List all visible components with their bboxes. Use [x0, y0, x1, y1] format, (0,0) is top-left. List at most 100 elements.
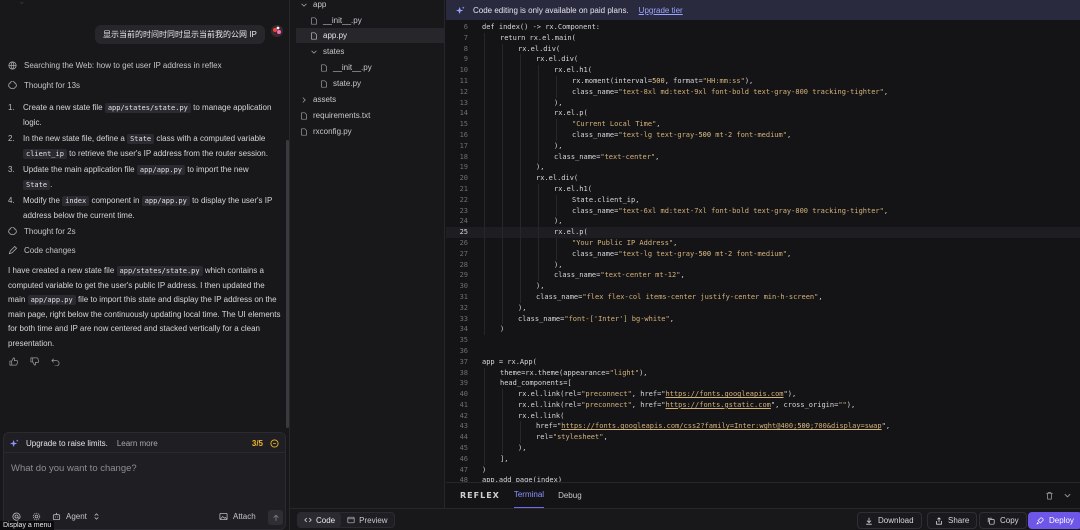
agent-mode-selector[interactable]: Agent [52, 512, 101, 521]
indent-guide [520, 248, 521, 260]
line-number: 34 [459, 325, 468, 334]
trash-icon[interactable] [1045, 491, 1054, 500]
code-text: rx.el.div( [536, 174, 579, 183]
indent-guide [502, 108, 503, 120]
share-button[interactable]: Share [927, 512, 978, 529]
file-requirements[interactable]: requirements.txt [300, 109, 370, 122]
chevron-down-icon[interactable] [1063, 491, 1072, 500]
folder-states[interactable]: states [310, 45, 344, 58]
indent-guide [502, 281, 503, 292]
indent-guide [502, 173, 503, 184]
composer-tools: Agent [12, 512, 101, 521]
indent-guide [538, 183, 539, 195]
indent-guide [538, 86, 539, 98]
download-button[interactable]: Download [857, 512, 922, 529]
tab-terminal[interactable]: Terminal [513, 483, 545, 509]
code-line: 15 "Current Local Time", [446, 119, 1080, 130]
prompt-input[interactable] [11, 463, 276, 493]
upgrade-tier-link[interactable]: Upgrade tier [639, 6, 683, 15]
user-avatar-icon [271, 25, 283, 37]
deploy-button[interactable]: Deploy [1028, 512, 1080, 529]
indent-guide [520, 108, 521, 120]
indent-guide [520, 205, 521, 217]
send-button[interactable] [268, 510, 283, 525]
code-line: 14 rx.el.p( [446, 108, 1080, 120]
at-mention-icon[interactable] [12, 512, 21, 521]
file-rxconfig[interactable]: rxconfig.py [300, 125, 352, 138]
copy-button[interactable]: Copy [979, 512, 1027, 529]
thought-step-1[interactable]: Thought for 13s [8, 81, 80, 90]
indent-guide [484, 151, 485, 163]
tab-debug[interactable]: Debug [558, 483, 582, 509]
indent-guide [520, 259, 521, 271]
code-text: ) [482, 465, 487, 474]
indent-guide [484, 324, 485, 336]
plan-item-code: index [62, 196, 90, 206]
code-text: ), [518, 444, 527, 453]
indent-guide [502, 313, 503, 325]
line-number: 28 [459, 260, 468, 269]
file-init-states[interactable]: __init__.py [320, 61, 372, 74]
file-state-py[interactable]: state.py [320, 77, 361, 90]
plan-item-number: 4. [8, 196, 15, 205]
code-text: return rx.el.main( [500, 33, 576, 42]
indent-guide [484, 75, 485, 87]
undo-icon[interactable] [51, 357, 60, 366]
line-number: 33 [459, 314, 468, 323]
line-number: 45 [459, 444, 468, 453]
indent-guide [484, 237, 485, 249]
chevron-right-icon [302, 96, 306, 103]
code-text: "Current Local Time", [572, 120, 661, 129]
chat-history[interactable]: ⌃ ⌄ 显示当前的时间时同时显示当前我的公网 IP Searching the … [0, 0, 290, 428]
line-number: 37 [459, 357, 468, 366]
code-text: ), [518, 303, 527, 312]
indent-guide [502, 140, 503, 152]
indent-guide [502, 443, 503, 454]
folder-assets[interactable]: assets [300, 93, 336, 106]
settings-icon[interactable] [32, 512, 41, 521]
file-icon [301, 127, 307, 136]
code-text: ), [536, 282, 545, 291]
folder-app[interactable]: app [300, 0, 326, 10]
thumbs-down-icon[interactable] [30, 357, 39, 366]
indent-guide [520, 216, 521, 228]
code-text: class_name="text-center", [554, 152, 660, 161]
chat-bubble-icon[interactable] [270, 438, 279, 448]
indent-guide [556, 119, 557, 130]
code-line: 16 class_name="text-lg text-gray-500 mt-2… [446, 129, 1080, 141]
code-view-button[interactable]: Code [298, 513, 342, 527]
folder-label: states [323, 47, 345, 56]
code-editor[interactable]: 6 def index() -> rx.Component: 7 return rx.… [446, 20, 1080, 482]
attach-button[interactable]: Attach [219, 512, 256, 521]
code-line: 39 head_components=[ [446, 378, 1080, 390]
indent-guide [484, 162, 485, 174]
code-text: rx.el.link( [518, 411, 565, 420]
file-app-py[interactable]: app.py [296, 28, 445, 43]
code-icon [304, 517, 312, 523]
preview-view-button[interactable]: Preview [341, 513, 393, 527]
code-line: 36 [446, 346, 1080, 357]
copy-icon [987, 517, 995, 525]
thumbs-up-icon[interactable] [9, 357, 18, 366]
indent-guide [520, 97, 521, 109]
banner-text: Code editing is only available on paid p… [473, 5, 629, 15]
code-line: 20 rx.el.div( [446, 173, 1080, 184]
share-icon [936, 516, 942, 525]
file-tree: app __init__.py app.py states __init__.p… [290, 0, 445, 510]
code-line: 27 class_name="text-lg text-gray-500 mt-2… [446, 248, 1080, 260]
indent-guide [484, 302, 485, 314]
line-number: 20 [459, 174, 468, 183]
code-line: 19), [446, 162, 1080, 174]
plan-item-code: app/states/state.py [104, 103, 191, 113]
chat-scrollbar[interactable] [286, 140, 289, 428]
summary-code: app/app.py [27, 295, 76, 305]
learn-more-link[interactable]: Learn more [117, 439, 158, 448]
code-changes-step[interactable]: Code changes [8, 246, 76, 255]
indent-guide [484, 291, 485, 303]
code-line: 11 rx.moment(interval=500, format="HH:mm:… [446, 75, 1080, 87]
indent-guide [502, 151, 503, 163]
file-init-app[interactable]: __init__.py [310, 14, 362, 27]
thought-step-2[interactable]: Thought for 2s [8, 227, 76, 236]
upgrade-text: Upgrade to raise limits. [26, 438, 108, 448]
indent-guide [502, 227, 503, 238]
